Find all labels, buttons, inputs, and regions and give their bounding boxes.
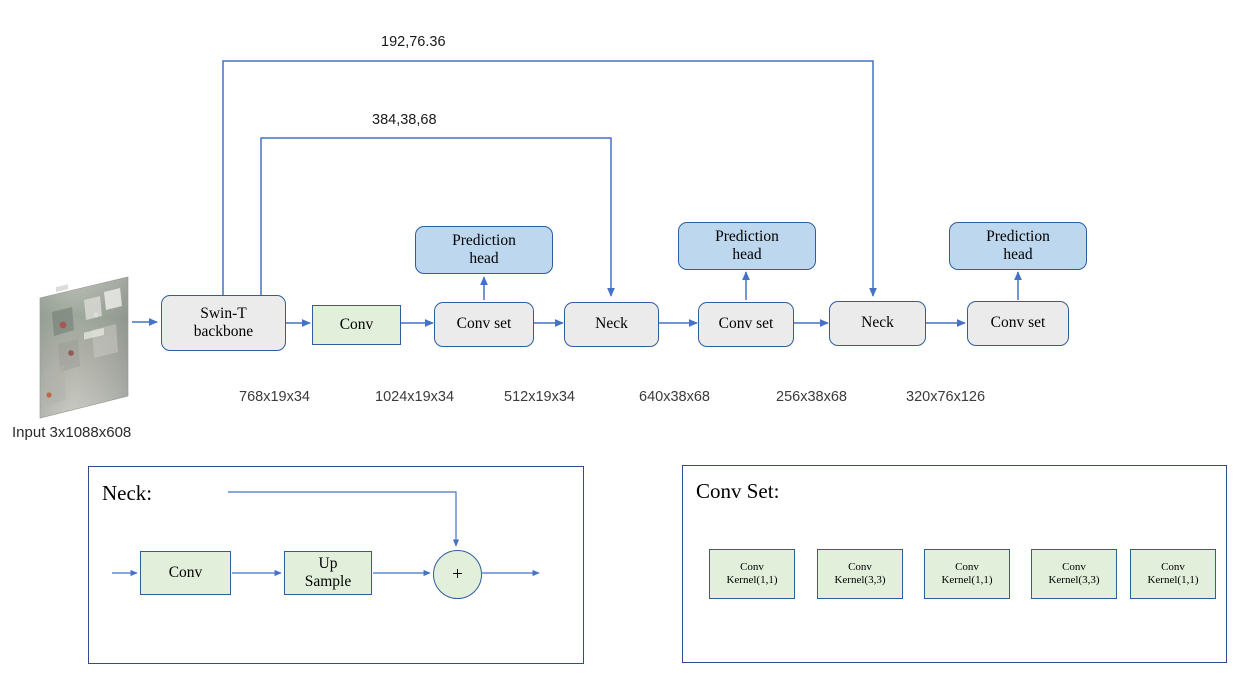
prediction-head-2-line1: Prediction <box>715 227 779 245</box>
neck-panel-title: Neck: <box>102 481 153 505</box>
street-scene-frame <box>39 276 129 419</box>
skip-connection-2-label: 384,38,68 <box>372 112 437 128</box>
node-neck-1-label: Neck <box>595 315 628 333</box>
conv-set-block-5-line2: Kernel(1,1) <box>1147 574 1199 586</box>
neck-adder-symbol: + <box>452 563 463 585</box>
node-backbone-line2: backbone <box>193 323 254 340</box>
tensor-shape-1: 768x19x34 <box>239 389 310 405</box>
prediction-head-1-line1: Prediction <box>452 231 516 249</box>
conv-set-block-3[interactable]: Conv Kernel(1,1) <box>924 549 1010 599</box>
tensor-shape-2: 1024x19x34 <box>375 389 455 405</box>
prediction-head-1-line2: head <box>469 250 499 267</box>
neck-block-upsample-line2: Sample <box>304 573 352 590</box>
node-conv[interactable]: Conv <box>312 305 401 345</box>
conv-set-block-2[interactable]: Conv Kernel(3,3) <box>817 549 903 599</box>
conv-set-block-4-line2: Kernel(3,3) <box>1048 574 1100 586</box>
node-backbone-line1: Swin-T <box>200 304 247 322</box>
conv-set-block-2-line1: Conv <box>848 561 872 574</box>
node-neck-2-label: Neck <box>861 314 894 332</box>
node-prediction-head-3[interactable]: Prediction head <box>949 222 1087 270</box>
conv-set-block-1-line2: Kernel(1,1) <box>726 574 778 586</box>
node-neck-2[interactable]: Neck <box>829 301 926 346</box>
tensor-shape-4: 640x38x68 <box>639 389 710 405</box>
node-conv-label: Conv <box>339 315 374 333</box>
diagram-canvas: Input 3x1088x608 192,76.36 384,38,68 Swi… <box>0 0 1237 695</box>
neck-block-upsample-line1: Up <box>318 554 338 572</box>
input-shape-label: Input 3x1088x608 <box>12 424 132 441</box>
prediction-head-3-line2: head <box>1003 246 1033 263</box>
node-conv-set-1[interactable]: Conv set <box>434 302 534 347</box>
tensor-shape-5: 256x38x68 <box>776 389 847 405</box>
neck-block-conv[interactable]: Conv <box>140 551 231 595</box>
node-conv-set-3-label: Conv set <box>990 314 1046 332</box>
skip-connection-1-label: 192,76.36 <box>381 34 446 50</box>
conv-set-block-2-line2: Kernel(3,3) <box>834 574 886 586</box>
tensor-shape-6: 320x76x126 <box>906 389 986 405</box>
tensor-shape-3: 512x19x34 <box>504 389 575 405</box>
neck-block-conv-label: Conv <box>168 563 203 581</box>
node-swin-t-backbone[interactable]: Swin-T backbone <box>161 295 286 351</box>
node-prediction-head-2[interactable]: Prediction head <box>678 222 816 270</box>
conv-set-block-4[interactable]: Conv Kernel(3,3) <box>1031 549 1117 599</box>
prediction-head-3-line1: Prediction <box>986 227 1050 245</box>
conv-set-block-3-line1: Conv <box>955 561 979 574</box>
node-conv-set-1-label: Conv set <box>456 315 512 333</box>
conv-set-block-1[interactable]: Conv Kernel(1,1) <box>709 549 795 599</box>
node-conv-set-3[interactable]: Conv set <box>967 301 1069 346</box>
neck-adder-node[interactable]: + <box>433 550 482 599</box>
node-neck-1[interactable]: Neck <box>564 302 659 347</box>
conv-set-block-1-line1: Conv <box>740 561 764 574</box>
conv-set-block-5-line1: Conv <box>1161 561 1185 574</box>
node-conv-set-2-label: Conv set <box>718 315 774 333</box>
conv-set-panel-title: Conv Set: <box>696 479 780 503</box>
conv-set-block-5[interactable]: Conv Kernel(1,1) <box>1130 549 1216 599</box>
node-prediction-head-1[interactable]: Prediction head <box>415 226 553 274</box>
conv-set-block-4-line1: Conv <box>1062 561 1086 574</box>
skip-connection-2-path <box>260 137 615 300</box>
neck-block-upsample[interactable]: Up Sample <box>284 551 372 595</box>
node-conv-set-2[interactable]: Conv set <box>698 302 794 347</box>
prediction-head-2-line2: head <box>732 246 762 263</box>
conv-set-block-3-line2: Kernel(1,1) <box>941 574 993 586</box>
